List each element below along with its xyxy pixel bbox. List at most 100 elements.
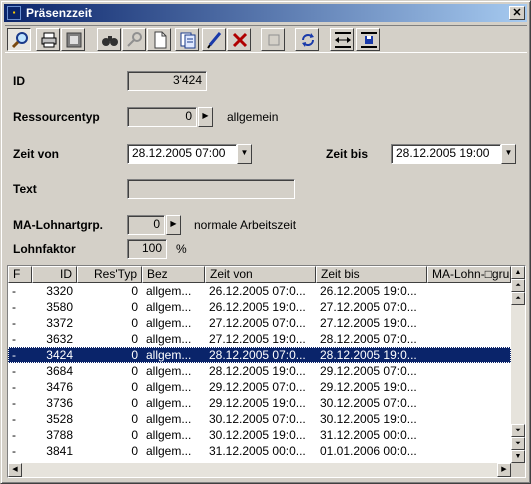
column-header-ma-lohn[interactable]: MA-Lohn-□gru: [427, 266, 511, 283]
ressourcentyp-field[interactable]: 0: [127, 107, 197, 127]
column-header-f[interactable]: F: [8, 266, 32, 283]
refresh-button[interactable]: [295, 28, 319, 51]
text-label: Text: [13, 182, 37, 196]
scroll-page-down-button[interactable]: ⏷: [511, 424, 525, 437]
scroll-top-button[interactable]: ⏶: [511, 279, 525, 292]
table-row[interactable]: - 3372 0 allgem... 27.12.2005 07:0... 27.12.2…: [8, 315, 511, 331]
cell-zeit-bis: 31.12.2005 00:0...: [320, 428, 417, 442]
binoculars-icon: [102, 36, 118, 46]
column-header-zeit-von[interactable]: Zeit von: [205, 266, 316, 283]
copy-button[interactable]: [175, 28, 199, 51]
table-row[interactable]: - 3736 0 allgem... 29.12.2005 19:0... 30.12.2…: [8, 395, 511, 411]
lohnfaktor-unit: %: [176, 242, 187, 256]
ressourcentyp-lookup-button[interactable]: ▶: [198, 107, 213, 127]
table-row[interactable]: - 3528 0 allgem... 30.12.2005 07:0... 30.12.2…: [8, 411, 511, 427]
scrollbar-corner: [511, 463, 525, 477]
zeit-bis-field[interactable]: 28.12.2005 19:00: [391, 144, 501, 164]
print-preview-button[interactable]: [61, 28, 85, 51]
cell-restyp: 0: [131, 316, 138, 330]
table-row[interactable]: - 3788 0 allgem... 30.12.2005 19:0... 31.12.2…: [8, 427, 511, 443]
cell-f: -: [12, 316, 16, 330]
cell-restyp: 0: [131, 348, 138, 362]
cell-f: -: [12, 396, 16, 410]
expand-columns-button[interactable]: [330, 28, 354, 51]
table-row[interactable]: - 3841 0 allgem... 31.12.2005 00:0... 01.01.2…: [8, 443, 511, 459]
column-header-bez[interactable]: Bez: [142, 266, 205, 283]
cell-bez: allgem...: [146, 316, 192, 330]
ma-lohnartgrp-field[interactable]: 0: [127, 215, 165, 235]
cell-restyp: 0: [131, 444, 138, 458]
text-field[interactable]: [127, 179, 295, 199]
cell-zeit-von: 26.12.2005 19:0...: [209, 300, 306, 314]
cell-restyp: 0: [131, 284, 138, 298]
table-row[interactable]: - 3476 0 allgem... 29.12.2005 07:0... 29.12.2…: [8, 379, 511, 395]
triangle-right-icon: ▶: [202, 111, 209, 120]
new-document-icon: [154, 31, 167, 49]
page-down-icon: ⏷: [515, 427, 521, 434]
search-key-icon: [127, 32, 142, 47]
title-bar[interactable]: ▪ Präsenzzeit ✕: [4, 4, 527, 22]
zeit-von-field[interactable]: 28.12.2005 07:00: [127, 144, 237, 164]
cell-zeit-bis: 30.12.2005 19:0...: [320, 412, 417, 426]
cell-zeit-bis: 27.12.2005 07:0...: [320, 300, 417, 314]
zeit-von-label: Zeit von: [13, 147, 60, 161]
table-row[interactable]: - 3320 0 allgem... 26.12.2005 07:0... 26.12.2…: [8, 283, 511, 299]
magnifier-button[interactable]: [7, 28, 31, 51]
horizontal-scrollbar[interactable]: ◀ ▶: [8, 463, 511, 477]
table-row[interactable]: - 3684 0 allgem... 28.12.2005 19:0... 29.12.2…: [8, 363, 511, 379]
search-key-button[interactable]: [122, 28, 146, 51]
chevron-down-icon: ▼: [240, 148, 249, 157]
table-row[interactable]: - 3580 0 allgem... 26.12.2005 19:0... 27.12.2…: [8, 299, 511, 315]
scroll-left-button[interactable]: ◀: [8, 463, 22, 477]
new-button[interactable]: [147, 28, 171, 51]
cell-id: 3424: [46, 348, 73, 362]
chevron-down-icon: ▼: [504, 148, 513, 157]
cell-id: 3841: [46, 444, 73, 458]
table-row[interactable]: - 3632 0 allgem... 27.12.2005 19:0... 28.12.2…: [8, 331, 511, 347]
save-columns-button[interactable]: [356, 28, 380, 51]
scroll-up-button[interactable]: ▲: [511, 266, 525, 279]
cell-bez: allgem...: [146, 300, 192, 314]
blank-button[interactable]: [261, 28, 285, 51]
lohnfaktor-field[interactable]: 100: [127, 239, 167, 259]
cell-restyp: 0: [131, 380, 138, 394]
expand-columns-icon: [335, 32, 351, 48]
find-button[interactable]: [97, 28, 121, 51]
zeit-bis-dropdown-button[interactable]: ▼: [501, 144, 516, 164]
column-header-restyp[interactable]: Res'Typ: [77, 266, 142, 283]
cell-f: -: [12, 332, 16, 346]
delete-button[interactable]: [227, 28, 251, 51]
ma-lohnartgrp-lookup-button[interactable]: ▶: [166, 215, 181, 235]
chevron-right-icon: ▶: [501, 466, 507, 473]
close-button[interactable]: ✕: [509, 6, 525, 20]
cell-zeit-bis: 01.01.2006 00:0...: [320, 444, 417, 458]
scroll-down-button[interactable]: ▼: [511, 450, 525, 463]
edit-button[interactable]: [202, 28, 226, 51]
app-icon: ▪: [7, 6, 21, 20]
zeit-bis-label: Zeit bis: [326, 147, 369, 161]
cell-zeit-bis: 27.12.2005 19:0...: [320, 316, 417, 330]
jump-bottom-icon: ⏷: [515, 440, 521, 447]
column-header-zeit-bis[interactable]: Zeit bis: [316, 266, 427, 283]
column-header-id[interactable]: ID: [32, 266, 77, 283]
print-button[interactable]: [36, 28, 60, 51]
id-field[interactable]: 3'424: [127, 71, 207, 91]
save-columns-icon: [361, 32, 377, 48]
ma-lohnartgrp-text: normale Arbeitszeit: [194, 218, 297, 232]
zeit-von-dropdown-button[interactable]: ▼: [237, 144, 252, 164]
vertical-scrollbar[interactable]: ▲ ⏶ ⏶ ⏷ ⏷ ▼: [511, 266, 525, 463]
scroll-page-up-button[interactable]: ⏶: [511, 292, 525, 305]
window-title: Präsenzzeit: [26, 6, 93, 20]
scroll-right-button[interactable]: ▶: [497, 463, 511, 477]
cell-bez: allgem...: [146, 428, 192, 442]
magnifier-icon: [11, 32, 28, 49]
cell-id: 3528: [46, 412, 73, 426]
cell-f: -: [12, 348, 16, 362]
ressourcentyp-text: allgemein: [227, 110, 279, 124]
scroll-bottom-button[interactable]: ⏷: [511, 437, 525, 450]
cell-zeit-bis: 28.12.2005 07:0...: [320, 332, 417, 346]
table-row[interactable]: - 3424 0 allgem... 28.12.2005 07:0... 28.12.2…: [8, 347, 511, 363]
cell-bez: allgem...: [146, 380, 192, 394]
jump-top-icon: ⏶: [515, 282, 521, 289]
cell-id: 3320: [46, 284, 73, 298]
